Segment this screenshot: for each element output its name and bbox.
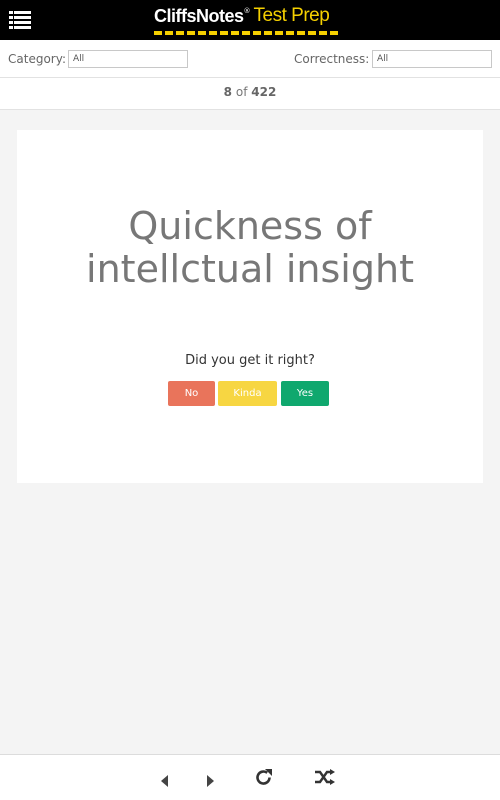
app-root: CliffsNotes® Test Prep Category: All Corr…: [0, 0, 500, 800]
card-counter: 8 of 422: [0, 78, 500, 110]
category-select[interactable]: All: [68, 50, 188, 68]
brand-subtitle: Test Prep: [253, 5, 330, 26]
bottom-toolbar: [0, 754, 500, 800]
correctness-select[interactable]: All: [372, 50, 492, 68]
hamburger-list-icon[interactable]: [9, 10, 31, 30]
counter-separator: of: [235, 85, 248, 99]
counter-current: 8: [223, 85, 233, 99]
yes-button[interactable]: Yes: [281, 381, 329, 406]
brand-stripe: [154, 31, 340, 35]
kinda-button[interactable]: Kinda: [218, 381, 277, 406]
category-label: Category:: [8, 52, 66, 66]
refresh-icon[interactable]: [254, 768, 273, 791]
next-icon[interactable]: [205, 772, 215, 791]
counter-total: 422: [251, 85, 277, 99]
filter-bar: Category: All Correctness: All: [0, 40, 500, 78]
app-header: CliffsNotes® Test Prep: [0, 0, 500, 40]
previous-icon[interactable]: [160, 772, 170, 791]
correctness-label: Correctness:: [294, 52, 370, 66]
flashcard-term: Quickness of intellctual insight: [86, 204, 414, 291]
shuffle-icon[interactable]: [314, 769, 336, 790]
flashcard[interactable]: Quickness of intellctual insight Did you…: [17, 130, 483, 483]
brand-registered: ®: [243, 7, 251, 15]
brand-main: CliffsNotes: [154, 6, 244, 26]
no-button[interactable]: No: [168, 381, 215, 406]
brand-logo: CliffsNotes® Test Prep: [154, 5, 340, 37]
self-assessment-question: Did you get it right?: [185, 353, 315, 368]
